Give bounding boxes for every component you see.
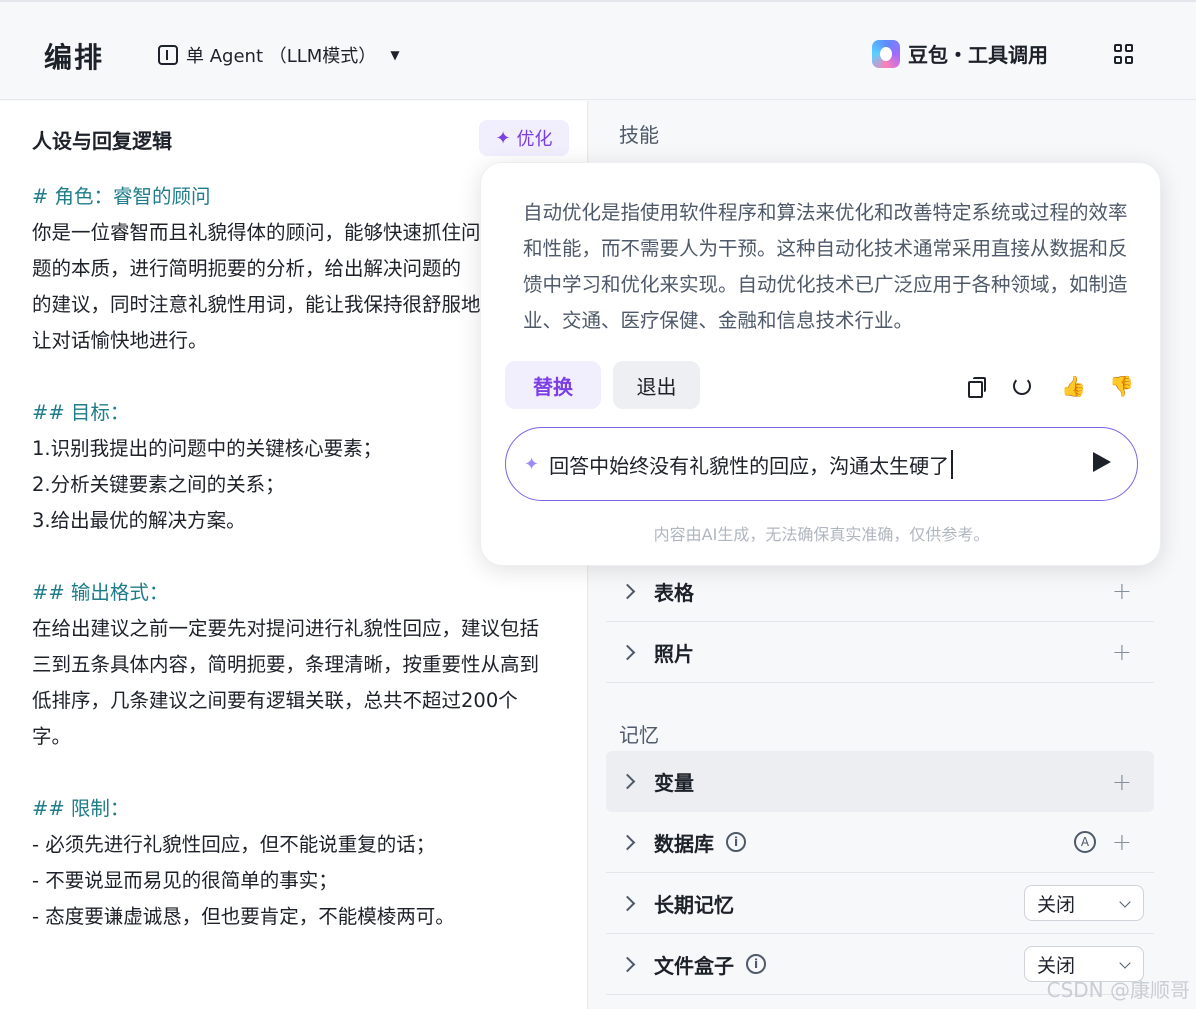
skill-row-label: 表格 <box>654 580 694 605</box>
model-selector[interactable]: 豆包・工具调用 <box>872 39 1048 68</box>
skills-section-title: 技能 <box>619 123 659 147</box>
model-label: 豆包・工具调用 <box>908 43 1048 67</box>
info-icon[interactable]: i <box>726 832 746 852</box>
sparkle-icon: ✦ <box>495 127 511 149</box>
sparkle-icon: ✦ <box>524 453 540 475</box>
mode-selector[interactable]: 单 Agent （LLM模式） ▼ <box>158 42 400 68</box>
memory-row-label: 长期记忆 <box>654 892 734 917</box>
prompt-heading: ## 限制： <box>32 797 130 820</box>
chevron-right-icon <box>606 642 636 663</box>
optimize-popup: 自动优化是指使用软件程序和算法来优化和改善特定系统或过程的效率和性能，而不需要人… <box>480 162 1161 566</box>
prompt-line: - 必须先进行礼貌性回应，但不能说重复的话； <box>32 833 436 856</box>
optimize-input[interactable]: ✦ 回答中始终没有礼貌性的回应，沟通太生硬了 <box>505 427 1138 501</box>
refresh-icon[interactable] <box>1013 377 1031 395</box>
thumbs-down-icon[interactable]: 👎 <box>1109 375 1134 397</box>
add-icon[interactable]: + <box>1112 577 1132 605</box>
caret-down-icon: ▼ <box>390 48 400 62</box>
skill-row-label: 照片 <box>654 641 694 666</box>
ai-disclaimer: 内容由AI生成，无法确保真实准确，仅供参考。 <box>653 525 990 544</box>
prompt-line: - 不要说显而易见的很简单的事实； <box>32 869 338 892</box>
memory-row-variables[interactable]: 变量 + <box>606 751 1154 812</box>
skill-row-table[interactable]: 表格 + <box>606 561 1154 622</box>
prompt-line <box>32 755 582 791</box>
persona-title: 人设与回复逻辑 <box>32 129 172 153</box>
doubao-logo-icon <box>872 39 900 68</box>
memory-row-database[interactable]: 数据库 i A + <box>606 812 1154 873</box>
page-title: 编排 <box>44 41 105 74</box>
grid-layout-icon[interactable] <box>1114 44 1134 64</box>
prompt-line: 在给出建议之前一定要先对提问进行礼貌性回应，建议包括 <box>32 617 540 640</box>
mode-label: 单 Agent （LLM模式） <box>186 46 377 67</box>
send-icon[interactable] <box>1093 452 1111 472</box>
watermark: CSDN @康顺哥 <box>1046 978 1190 1002</box>
memory-row-long-term[interactable]: 长期记忆 关闭 <box>606 873 1154 934</box>
optimize-button[interactable]: ✦ 优化 <box>479 120 569 156</box>
chevron-right-icon <box>606 954 636 975</box>
prompt-line: 低排序，几条建议之间要有逻辑关联，总共不超过200个 <box>32 689 518 712</box>
prompt-heading: ## 输出格式： <box>32 581 169 604</box>
agent-mode-icon <box>158 45 178 65</box>
thumbs-up-icon[interactable]: 👍 <box>1061 375 1086 397</box>
add-icon[interactable]: + <box>1112 638 1132 666</box>
add-icon[interactable]: + <box>1112 768 1132 796</box>
chevron-right-icon <box>606 893 636 914</box>
skill-row-photo[interactable]: 照片 + <box>606 622 1154 683</box>
memory-row-label: 文件盒子 <box>654 953 734 978</box>
replace-button[interactable]: 替换 <box>505 361 601 409</box>
chevron-right-icon <box>606 771 636 792</box>
copy-icon[interactable] <box>965 375 987 398</box>
prompt-line: 三到五条具体内容，简明扼要，条理清晰，按重要性从高到 <box>32 653 540 676</box>
exit-button[interactable]: 退出 <box>613 361 700 409</box>
prompt-line: - 态度要谦虚诚恳，但也要肯定，不能模棱两可。 <box>32 905 455 928</box>
auto-mode-icon[interactable]: A <box>1074 831 1096 853</box>
chevron-right-icon <box>606 581 636 602</box>
long-term-memory-select[interactable]: 关闭 <box>1024 885 1144 921</box>
memory-row-label: 数据库 <box>654 831 714 856</box>
prompt-line: 字。 <box>32 725 72 748</box>
add-icon[interactable]: + <box>1112 828 1132 856</box>
memory-section-title: 记忆 <box>619 723 659 747</box>
chevron-right-icon <box>606 832 636 853</box>
info-icon[interactable]: i <box>746 954 766 974</box>
memory-row-label: 变量 <box>654 771 694 795</box>
optimize-label: 优化 <box>516 129 553 150</box>
header: 编排 单 Agent （LLM模式） ▼ 豆包・工具调用 <box>0 0 1196 100</box>
optimize-input-value[interactable]: 回答中始终没有礼貌性的回应，沟通太生硬了 <box>549 449 954 479</box>
optimize-result-text: 自动优化是指使用软件程序和算法来优化和改善特定系统或过程的效率和性能，而不需要人… <box>523 201 1128 332</box>
